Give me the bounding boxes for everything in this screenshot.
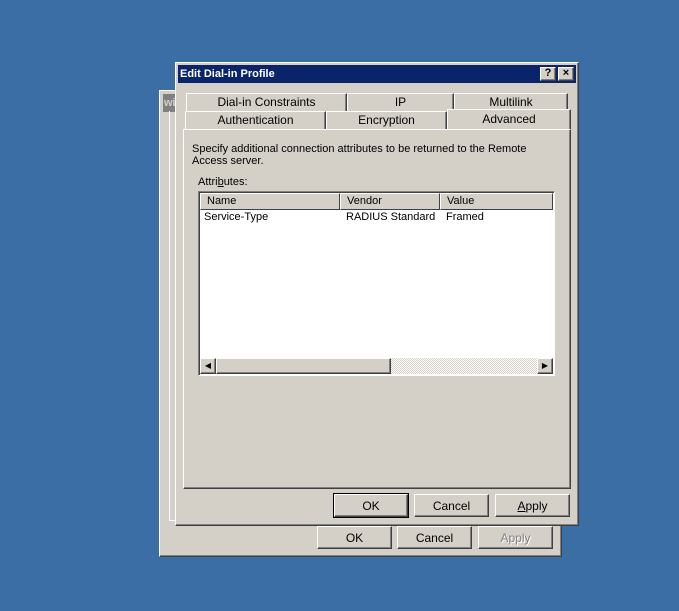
tab-label: IP — [394, 95, 407, 109]
tab-label: Authentication — [217, 113, 294, 127]
tab-advanced[interactable]: Advanced — [447, 109, 571, 129]
help-icon: ? — [544, 67, 552, 79]
scroll-right-button[interactable]: ▶ — [537, 358, 553, 374]
tab-dial-in-constraints[interactable]: Dial-in Constraints — [186, 93, 347, 111]
column-header-name[interactable]: Name — [200, 193, 340, 210]
attributes-list[interactable]: Name Vendor Value Service-Type RADIUS St… — [198, 191, 555, 376]
background-apply-button: Apply — [478, 526, 553, 549]
column-header-vendor[interactable]: Vendor — [340, 193, 440, 210]
arrow-left-icon: ◀ — [204, 361, 212, 370]
tab-authentication[interactable]: Authentication — [185, 111, 326, 129]
attributes-label: Attributes: — [198, 176, 248, 188]
dialog-title: Edit Dial-in Profile — [180, 68, 275, 80]
apply-button[interactable]: Apply — [495, 494, 570, 517]
cancel-button[interactable]: Cancel — [414, 494, 489, 517]
cell-value: Framed — [446, 211, 484, 223]
scrollbar-thumb[interactable] — [216, 358, 391, 374]
description-text: Specify additional connection attributes… — [192, 143, 527, 167]
title-bar[interactable]: Edit Dial-in Profile ? × — [178, 65, 576, 83]
column-header-value[interactable]: Value — [440, 193, 553, 210]
close-icon: × — [562, 67, 570, 79]
ok-button[interactable]: OK — [333, 493, 409, 518]
close-button[interactable]: × — [558, 67, 574, 81]
cell-vendor: RADIUS Standard — [346, 211, 436, 223]
scroll-left-button[interactable]: ◀ — [200, 358, 216, 374]
background-cancel-button[interactable]: Cancel — [397, 526, 472, 549]
tab-label: Advanced — [482, 112, 536, 126]
tab-label: Encryption — [358, 113, 415, 127]
tab-label: Multilink — [489, 95, 533, 109]
arrow-right-icon: ▶ — [541, 361, 549, 370]
cell-name: Service-Type — [204, 211, 269, 223]
edit-dial-in-profile-dialog: Edit Dial-in Profile ? × Dial-in Constra… — [175, 62, 579, 526]
help-button[interactable]: ? — [540, 67, 556, 81]
background-ok-button[interactable]: OK — [317, 526, 392, 549]
tab-encryption[interactable]: Encryption — [326, 111, 447, 129]
tab-label: Dial-in Constraints — [217, 95, 316, 109]
horizontal-scrollbar[interactable]: ◀ ▶ — [200, 358, 553, 374]
tab-ip[interactable]: IP — [347, 93, 454, 111]
